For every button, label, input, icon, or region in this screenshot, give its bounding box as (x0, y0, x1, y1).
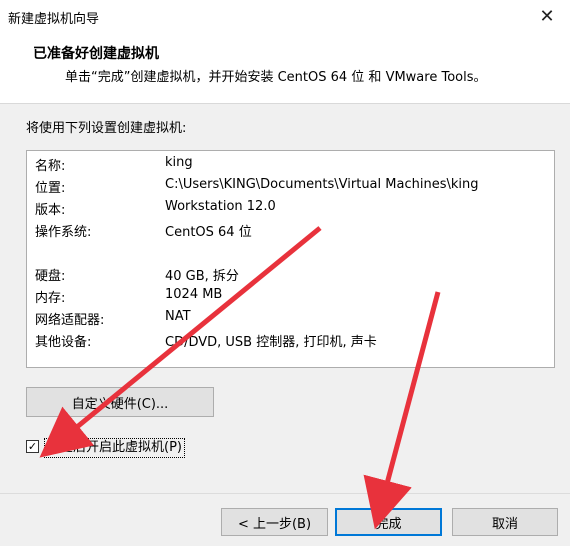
summary-key: 位置: (35, 181, 66, 196)
summary-key: 其他设备: (35, 335, 92, 350)
summary-key: 名称: (35, 159, 66, 174)
checkmark-icon: ✓ (27, 440, 38, 453)
summary-value: NAT (165, 309, 191, 324)
summary-key: 内存: (35, 291, 66, 306)
summary-key: 操作系统: (35, 225, 92, 240)
summary-value: CentOS 64 位 (165, 225, 252, 240)
finish-button[interactable]: 完成 (335, 508, 442, 536)
summary-value: 1024 MB (165, 287, 223, 302)
summary-key: 硬盘: (35, 269, 66, 284)
page-title: 已准备好创建虚拟机 (33, 46, 159, 62)
customize-hardware-button[interactable]: 自定义硬件(C)... (26, 387, 214, 417)
cancel-button[interactable]: 取消 (452, 508, 558, 536)
summary-value: CD/DVD, USB 控制器, 打印机, 声卡 (165, 335, 377, 350)
summary-value: C:\Users\KING\Documents\Virtual Machines… (165, 177, 479, 192)
summary-key: 网络适配器: (35, 313, 105, 328)
settings-summary: 名称: king 位置: C:\Users\KING\Documents\Vir… (26, 150, 555, 368)
summary-value: king (165, 155, 193, 170)
summary-value: 40 GB, 拆分 (165, 269, 239, 284)
page-subtitle: 单击“完成”创建虚拟机，并开始安装 CentOS 64 位 和 VMware T… (65, 70, 487, 85)
summary-key: 版本: (35, 203, 66, 218)
title-bar: 新建虚拟机向导 ✕ (0, 0, 570, 33)
section-label: 将使用下列设置创建虚拟机: (26, 121, 187, 136)
close-icon[interactable]: ✕ (524, 0, 570, 33)
back-button[interactable]: < 上一步(B) (221, 508, 328, 536)
summary-value: Workstation 12.0 (165, 199, 276, 214)
window-title: 新建虚拟机向导 (8, 12, 100, 27)
wizard-header: 已准备好创建虚拟机 单击“完成”创建虚拟机，并开始安装 CentOS 64 位 … (0, 33, 570, 104)
power-on-checkbox[interactable]: ✓ (26, 440, 39, 453)
power-on-label[interactable]: 创建后开启此虚拟机(P) (44, 438, 185, 458)
footer-divider (0, 493, 570, 494)
